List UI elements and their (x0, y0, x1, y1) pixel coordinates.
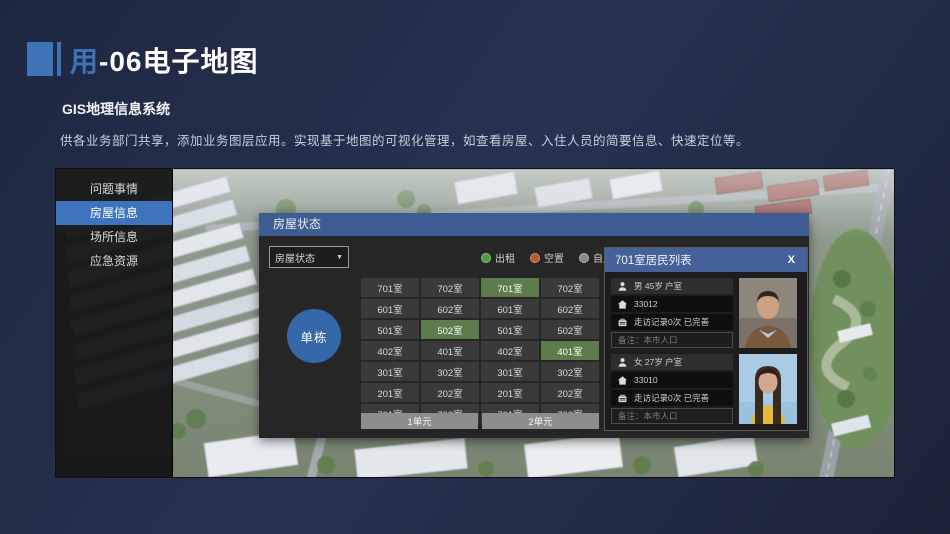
chevron-down-icon: ▼ (336, 254, 343, 261)
title-accent-bar (57, 42, 61, 76)
room-cell-r3c4[interactable]: 502室 (541, 320, 599, 339)
resident-entry-2: 女 27岁 户室 33010 走访记录0次 已完善备注：本市人口 (611, 354, 801, 424)
gis-app-screenshot: 问题事情房屋信息场所信息应急资源 房屋状态 房屋状态 ▼ 出租空置自用 单栋 7… (55, 168, 895, 478)
sidebar-item-3[interactable]: 场所信息 (56, 225, 172, 249)
room-cell-r3c3[interactable]: 501室 (481, 320, 539, 339)
section-heading: GIS地理信息系统 (62, 99, 170, 119)
page-title: 用-06电子地图 (70, 40, 259, 80)
room-cell-r1c1[interactable]: 701室 (361, 278, 419, 297)
legend-dot-icon (481, 253, 491, 263)
sidebar-item-2[interactable]: 房屋信息 (56, 201, 172, 225)
room-cell-r5c4[interactable]: 302室 (541, 362, 599, 381)
person-icon (617, 357, 628, 368)
legend-label: 空置 (544, 250, 564, 265)
section-description: 供各业务部门共享，添加业务图层应用。实现基于地图的可视化管理，如查看房屋、入住人… (60, 130, 749, 149)
residents-panel: 701室居民列表 X 男 45岁 户室33012走访记录0次 已完善备注：本市人… (604, 247, 808, 431)
house-status-dropdown[interactable]: 房屋状态 ▼ (269, 246, 349, 268)
sidebar: 问题事情房屋信息场所信息应急资源 (56, 169, 173, 477)
sidebar-item-1[interactable]: 问题事情 (56, 177, 172, 201)
room-cell-r4c2[interactable]: 401室 (421, 341, 479, 360)
unit-button-1[interactable]: 1单元 (361, 413, 478, 429)
room-cell-r5c2[interactable]: 302室 (421, 362, 479, 381)
resident-info-row: 备注：本市人口 (611, 332, 733, 348)
resident-info-row: 33012 (611, 296, 733, 312)
resident-info-row: 备注：本市人口 (611, 408, 733, 424)
resident-info-text: 33010 (634, 375, 658, 385)
room-cell-r6c3[interactable]: 201室 (481, 383, 539, 402)
legend-item-2: 空置 (530, 250, 564, 265)
residents-body: 男 45岁 户室33012走访记录0次 已完善备注：本市人口女 27岁 户室33… (605, 272, 807, 436)
room-cell-r2c3[interactable]: 601室 (481, 299, 539, 318)
resident-info-row: 男 45岁 户室 (611, 278, 733, 294)
room-cell-r5c1[interactable]: 301室 (361, 362, 419, 381)
title-accent-square (27, 42, 53, 76)
legend-label: 出租 (495, 250, 515, 265)
resident-info: 女 27岁 户室 33010 走访记录0次 已完善备注：本市人口 (611, 354, 733, 424)
room-cell-r6c2[interactable]: 202室 (421, 383, 479, 402)
room-cell-r3c1[interactable]: 501室 (361, 320, 419, 339)
resident-entry-1: 男 45岁 户室 33012 走访记录0次 已完善备注：本市人口 (611, 278, 801, 348)
room-cell-r5c3[interactable]: 301室 (481, 362, 539, 381)
panel-title: 房屋状态 (259, 213, 809, 236)
resident-info-text: 走访记录0次 已完善 (634, 392, 709, 404)
room-cell-r4c1[interactable]: 402室 (361, 341, 419, 360)
room-cell-r3c2[interactable]: 502室 (421, 320, 479, 339)
resident-info-text: 备注：本市人口 (618, 410, 678, 422)
legend-dot-icon (579, 253, 589, 263)
home-icon (617, 299, 628, 310)
house-status-panel: 房屋状态 房屋状态 ▼ 出租空置自用 单栋 701室702室701室702室60… (259, 213, 809, 438)
record-icon (617, 393, 628, 404)
unit-button-2[interactable]: 2单元 (482, 413, 599, 429)
resident-info: 男 45岁 户室 33012 走访记录0次 已完善备注：本市人口 (611, 278, 733, 348)
resident-info-row: 走访记录0次 已完善 (611, 390, 733, 406)
room-cell-r4c3[interactable]: 402室 (481, 341, 539, 360)
resident-photo (739, 354, 797, 424)
resident-info-row: 女 27岁 户室 (611, 354, 733, 370)
person-icon (617, 281, 628, 292)
resident-info-text: 走访记录0次 已完善 (634, 316, 709, 328)
room-grid: 701室702室701室702室601室602室601室602室501室502室… (361, 278, 599, 423)
sidebar-item-4[interactable]: 应急资源 (56, 249, 172, 273)
room-cell-r1c4[interactable]: 702室 (541, 278, 599, 297)
status-legend: 出租空置自用 (481, 250, 613, 265)
room-cell-r1c3[interactable]: 701室 (481, 278, 539, 297)
dropdown-value: 房屋状态 (275, 250, 315, 265)
room-cell-r6c4[interactable]: 202室 (541, 383, 599, 402)
room-cell-r2c4[interactable]: 602室 (541, 299, 599, 318)
residents-title: 701室居民列表 (615, 252, 692, 268)
room-cell-r2c2[interactable]: 602室 (421, 299, 479, 318)
room-cell-r4c4[interactable]: 401室 (541, 341, 599, 360)
resident-info-text: 33012 (634, 299, 658, 309)
close-icon[interactable]: X (788, 254, 795, 266)
resident-photo (739, 278, 797, 348)
panel-body: 房屋状态 ▼ 出租空置自用 单栋 701室702室701室702室601室602… (259, 236, 809, 438)
building-button[interactable]: 单栋 (287, 309, 341, 363)
room-cell-r2c1[interactable]: 601室 (361, 299, 419, 318)
resident-info-text: 男 45岁 户室 (634, 280, 682, 292)
resident-info-row: 走访记录0次 已完善 (611, 314, 733, 330)
slide: 用-06电子地图 GIS地理信息系统 供各业务部门共享，添加业务图层应用。实现基… (0, 0, 950, 534)
legend-dot-icon (530, 253, 540, 263)
resident-info-text: 备注：本市人口 (618, 334, 678, 346)
legend-item-1: 出租 (481, 250, 515, 265)
record-icon (617, 317, 628, 328)
page-title-rest: -06电子地图 (99, 46, 258, 77)
page-title-prefix: 用 (70, 46, 99, 77)
resident-info-row: 33010 (611, 372, 733, 388)
unit-row: 1单元2单元 (361, 413, 599, 429)
room-cell-r1c2[interactable]: 702室 (421, 278, 479, 297)
room-cell-r6c1[interactable]: 201室 (361, 383, 419, 402)
home-icon (617, 375, 628, 386)
resident-info-text: 女 27岁 户室 (634, 356, 682, 368)
residents-header: 701室居民列表 X (605, 248, 807, 272)
